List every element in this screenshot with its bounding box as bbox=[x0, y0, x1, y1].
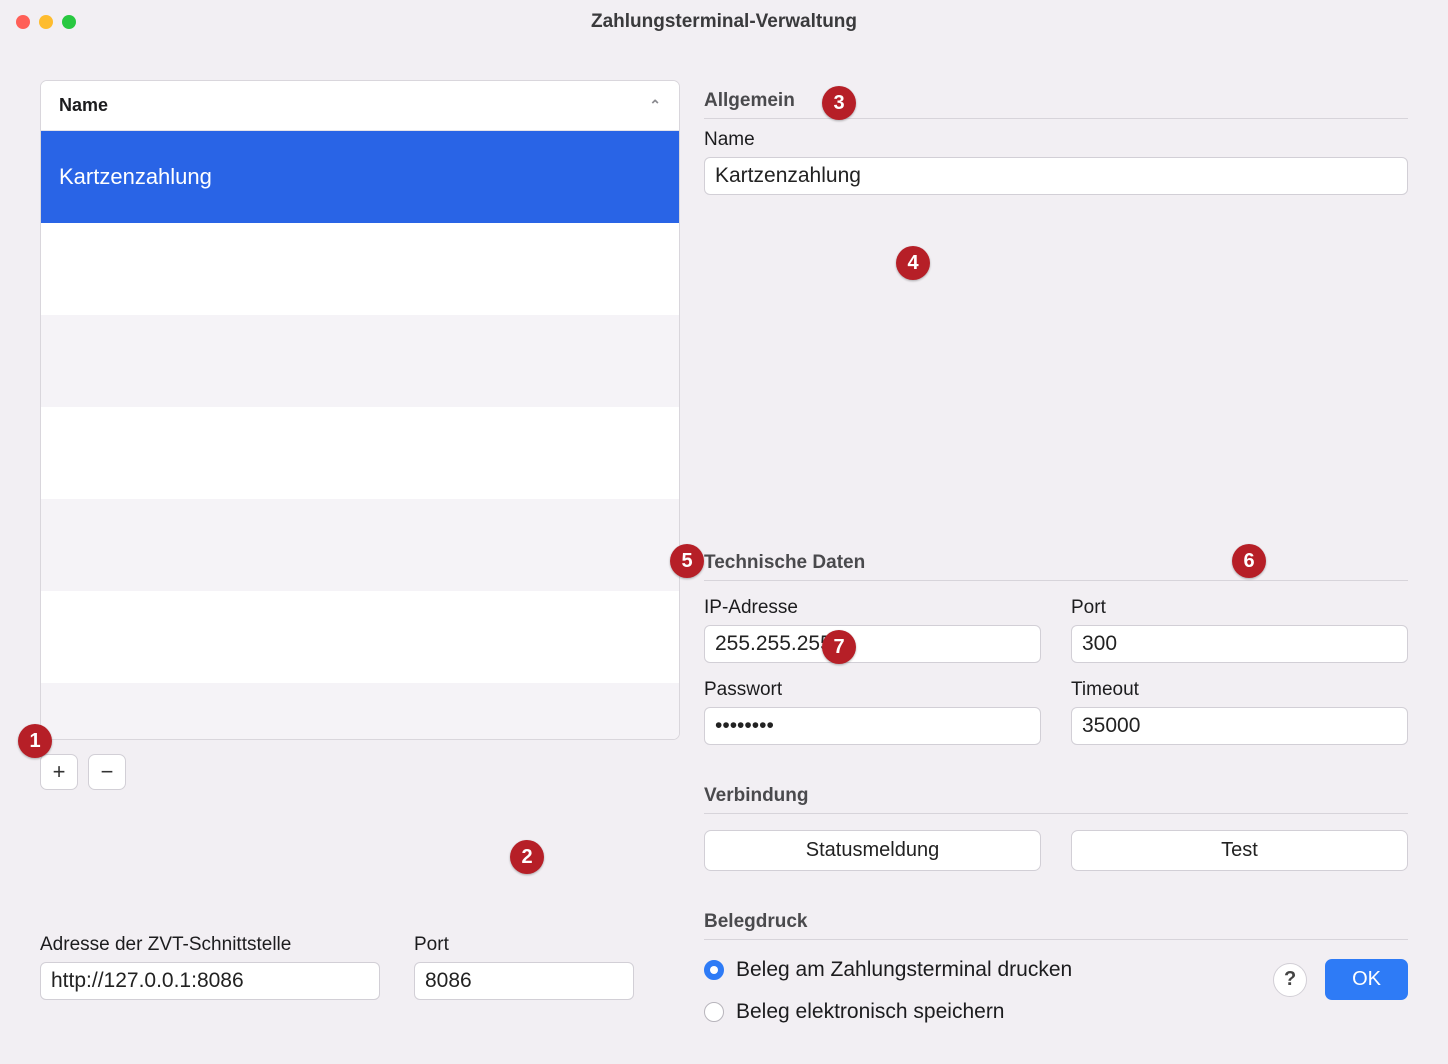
footer-buttons: ? OK bbox=[1273, 959, 1408, 1000]
zvt-port-label: Port bbox=[414, 934, 634, 956]
callout-1: 1 bbox=[18, 724, 52, 758]
test-button[interactable]: Test bbox=[1071, 830, 1408, 871]
name-label: Name bbox=[704, 129, 1408, 151]
window-title: Zahlungsterminal-Verwaltung bbox=[0, 11, 1448, 33]
list-item-empty bbox=[41, 407, 679, 499]
password-label: Passwort bbox=[704, 679, 1041, 701]
list-body: Kartzenzahlung bbox=[41, 131, 679, 739]
terminal-list: Name ⌃ Kartzenzahlung bbox=[40, 80, 680, 740]
port-label: Port bbox=[1071, 597, 1408, 619]
port-input[interactable] bbox=[1071, 625, 1408, 663]
sort-caret-icon: ⌃ bbox=[649, 97, 661, 114]
ip-label: IP-Adresse bbox=[704, 597, 1041, 619]
callout-3: 3 bbox=[822, 86, 856, 120]
list-item-empty bbox=[41, 591, 679, 683]
zvt-address-label: Adresse der ZVT-Schnittstelle bbox=[40, 934, 380, 956]
right-pane: Allgemein Name Technische Daten IP-Adres… bbox=[704, 80, 1408, 1024]
list-buttons: + − bbox=[40, 754, 680, 790]
list-item-empty bbox=[41, 315, 679, 407]
remove-button[interactable]: − bbox=[88, 754, 126, 790]
minimize-icon[interactable] bbox=[39, 15, 53, 29]
list-item[interactable]: Kartzenzahlung bbox=[41, 131, 679, 223]
callout-5: 5 bbox=[670, 544, 704, 578]
list-item-empty bbox=[41, 499, 679, 591]
section-title: Verbindung bbox=[704, 785, 809, 807]
name-input[interactable] bbox=[704, 157, 1408, 195]
callout-2: 2 bbox=[510, 840, 544, 874]
list-item-label: Kartzenzahlung bbox=[59, 164, 212, 190]
section-tech: Technische Daten bbox=[704, 552, 1408, 581]
password-input[interactable] bbox=[704, 707, 1041, 745]
timeout-input[interactable] bbox=[1071, 707, 1408, 745]
left-pane: Name ⌃ Kartzenzahlung + − bbox=[40, 80, 680, 1024]
section-title: Allgemein bbox=[704, 90, 795, 112]
radio-icon bbox=[704, 960, 724, 980]
zvt-port-input[interactable] bbox=[414, 962, 634, 1000]
maximize-icon[interactable] bbox=[62, 15, 76, 29]
section-title: Technische Daten bbox=[704, 552, 865, 574]
radio-store-electronic[interactable]: Beleg elektronisch speichern bbox=[704, 1000, 1408, 1024]
callout-6: 6 bbox=[1232, 544, 1266, 578]
radio-label: Beleg elektronisch speichern bbox=[736, 1000, 1005, 1024]
zvt-address-input[interactable] bbox=[40, 962, 380, 1000]
zvt-area: Adresse der ZVT-Schnittstelle Port bbox=[40, 934, 634, 1000]
radio-label: Beleg am Zahlungsterminal drucken bbox=[736, 958, 1072, 982]
list-header[interactable]: Name ⌃ bbox=[41, 81, 679, 131]
close-icon[interactable] bbox=[16, 15, 30, 29]
callout-7: 7 bbox=[822, 630, 856, 664]
status-button[interactable]: Statusmeldung bbox=[704, 830, 1041, 871]
list-item-empty bbox=[41, 223, 679, 315]
ok-button[interactable]: OK bbox=[1325, 959, 1408, 1000]
add-button[interactable]: + bbox=[40, 754, 78, 790]
list-item-empty bbox=[41, 683, 679, 739]
section-title: Belegdruck bbox=[704, 911, 807, 933]
timeout-label: Timeout bbox=[1071, 679, 1408, 701]
section-receipt: Belegdruck bbox=[704, 911, 1408, 940]
section-connection: Verbindung bbox=[704, 785, 1408, 814]
list-header-label: Name bbox=[59, 95, 108, 116]
content-area: Name ⌃ Kartzenzahlung + − Allgemein bbox=[40, 80, 1408, 1024]
section-general: Allgemein bbox=[704, 90, 1408, 119]
titlebar: Zahlungsterminal-Verwaltung bbox=[0, 0, 1448, 44]
callout-4: 4 bbox=[896, 246, 930, 280]
help-button[interactable]: ? bbox=[1273, 963, 1307, 997]
traffic-lights bbox=[16, 15, 76, 29]
radio-icon bbox=[704, 1002, 724, 1022]
ip-input[interactable] bbox=[704, 625, 1041, 663]
